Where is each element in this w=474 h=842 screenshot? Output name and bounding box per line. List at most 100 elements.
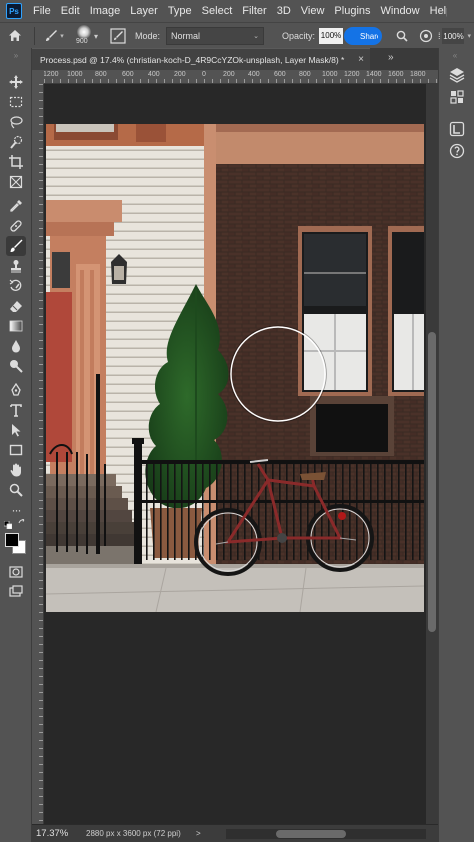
scrollbar-thumb[interactable] — [428, 332, 436, 632]
flow-field[interactable]: 100% — [442, 28, 465, 44]
opacity-field[interactable]: 100% — [319, 27, 344, 44]
brush-icon — [46, 29, 58, 41]
panel-collapse-icon[interactable]: « — [439, 48, 471, 62]
menu-layer[interactable]: Layer — [125, 0, 163, 22]
chevron-down-icon: ⌄ — [253, 32, 260, 40]
menu-select[interactable]: Select — [197, 0, 238, 22]
swap-colors-button[interactable] — [18, 518, 28, 529]
hand-tool[interactable] — [6, 460, 26, 480]
ruler-ticks — [39, 84, 43, 824]
document-info[interactable]: 2880 px x 3600 px (72 ppi) — [86, 829, 196, 838]
menu-file[interactable]: File — [28, 0, 56, 22]
close-icon[interactable]: × — [358, 54, 364, 65]
menu-edit[interactable]: Edit — [56, 0, 85, 22]
photoshop-window: Ps File Edit Image Layer Type Select Fil… — [0, 0, 474, 842]
ruler-tick-label: 600 — [122, 71, 134, 78]
frame-tool[interactable] — [6, 172, 26, 192]
mode-label: Mode: — [135, 30, 161, 41]
adjustments-icon — [450, 90, 464, 104]
brush-preset-picker[interactable]: 900 ▾ — [69, 23, 103, 49]
default-colors-button[interactable] — [3, 520, 13, 530]
blend-mode-select[interactable]: Normal ⌄ — [166, 26, 265, 45]
lasso-icon — [10, 116, 23, 129]
menu-image[interactable]: Image — [85, 0, 126, 22]
adjustments-panel-button[interactable] — [448, 88, 466, 106]
layers-panel-button[interactable] — [448, 66, 466, 84]
edit-toolbar-button[interactable]: ··· — [6, 500, 26, 520]
ruler-tick-label: 1400 — [366, 71, 382, 78]
learn-panel-button[interactable] — [448, 142, 466, 160]
move-tool[interactable] — [6, 72, 26, 92]
quick-select-tool[interactable] — [6, 132, 26, 152]
panel-grip-icon[interactable]: » — [0, 48, 32, 62]
document-tab[interactable]: Process.psd @ 17.4% (christian-koch-D_4R… — [32, 48, 370, 70]
history-brush-tool[interactable] — [6, 276, 26, 296]
ruler-tick-label: 200 — [223, 71, 235, 78]
path-select-tool[interactable] — [6, 420, 26, 440]
more-tabs-icon[interactable]: » — [388, 52, 394, 63]
scrollbar-thumb[interactable] — [276, 829, 346, 838]
brush-settings-icon — [110, 27, 126, 44]
foreground-color-swatch[interactable] — [5, 533, 19, 547]
menu-view[interactable]: View — [296, 0, 330, 22]
more-icon: ··· — [11, 503, 22, 517]
gradient-tool[interactable] — [6, 316, 26, 336]
menu-type[interactable]: Type — [163, 0, 197, 22]
ruler-tick-label: 0 — [202, 71, 206, 78]
swap-colors-icon — [18, 518, 25, 524]
status-bar: 17.37% 2880 px x 3600 px (72 ppi) > — [32, 824, 438, 842]
learn-icon — [449, 143, 465, 159]
vertical-ruler[interactable] — [32, 84, 44, 824]
zoom-icon — [9, 483, 23, 497]
zoom-level[interactable]: 17.37% — [32, 828, 86, 839]
document-image[interactable] — [46, 124, 424, 612]
dodge-icon — [10, 360, 23, 373]
horizontal-scrollbar[interactable] — [226, 828, 426, 839]
frame-icon — [9, 175, 23, 189]
search-button[interactable] — [393, 27, 411, 45]
menu-filter[interactable]: Filter — [237, 0, 271, 22]
eraser-tool[interactable] — [6, 296, 26, 316]
rectangle-icon — [9, 444, 23, 456]
menu-window[interactable]: Window — [376, 0, 425, 22]
marquee-tool[interactable] — [6, 92, 26, 112]
vertical-scrollbar[interactable] — [426, 84, 438, 824]
healing-brush-icon — [10, 220, 22, 232]
healing-brush-tool[interactable] — [6, 216, 26, 236]
ruler-tick-label: 1000 — [67, 71, 83, 78]
history-brush-icon — [9, 279, 22, 291]
zoom-tool[interactable] — [6, 480, 26, 500]
canvas-area[interactable] — [44, 84, 426, 824]
crop-tool[interactable] — [6, 152, 26, 172]
clone-stamp-tool[interactable] — [6, 256, 26, 276]
libraries-panel-button[interactable] — [448, 120, 466, 138]
brush-tip-preview — [77, 24, 91, 39]
dodge-tool[interactable] — [6, 356, 26, 376]
flow-label: ⁞ — [437, 31, 441, 41]
ruler-origin[interactable] — [32, 70, 44, 84]
pen-tool[interactable] — [6, 380, 26, 400]
share-button[interactable]: Share — [344, 27, 382, 45]
status-menu-icon[interactable]: > — [196, 829, 226, 838]
lasso-tool[interactable] — [6, 112, 26, 132]
pressure-opacity-button[interactable] — [417, 27, 435, 45]
screen-mode-button[interactable] — [6, 582, 26, 602]
gradient-icon — [9, 320, 23, 332]
ruler-tick-label: 400 — [148, 71, 160, 78]
chevron-down-icon: ▾ — [94, 31, 99, 41]
options-bar: ▾ 900 ▾ Mode: Normal ⌄ Opacity: 100% Sha… — [0, 22, 474, 48]
quick-mask-button[interactable] — [6, 562, 26, 582]
clone-stamp-icon — [11, 260, 21, 273]
eyedropper-tool[interactable] — [6, 196, 26, 216]
horizontal-ruler[interactable]: 1200 1000 800 600 400 200 0 200 400 600 … — [44, 70, 438, 84]
tool-preset-picker[interactable]: ▾ — [39, 29, 69, 43]
menu-help[interactable]: Help — [425, 0, 447, 22]
type-tool[interactable] — [6, 400, 26, 420]
menu-3d[interactable]: 3D — [272, 0, 296, 22]
brush-tool[interactable] — [6, 236, 26, 256]
rectangle-tool[interactable] — [6, 440, 26, 460]
blur-tool[interactable] — [6, 336, 26, 356]
brush-settings-button[interactable] — [109, 27, 127, 45]
home-button[interactable] — [0, 23, 30, 49]
menu-plugins[interactable]: Plugins — [329, 0, 375, 22]
